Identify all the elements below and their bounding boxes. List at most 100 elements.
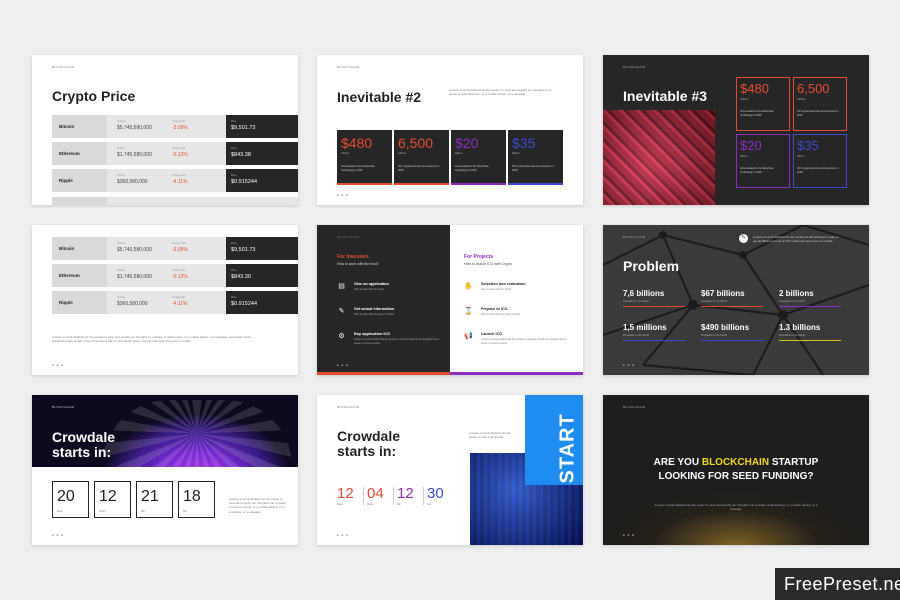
volume-label: Volume <box>117 174 126 177</box>
stat-number: $35 <box>512 135 536 151</box>
headline-highlight: BLOCKCHAIN <box>701 457 770 468</box>
item-icon: 📢 <box>464 333 473 340</box>
stat-number: $20 <box>455 135 479 151</box>
stat-caption: Population in the World <box>779 300 805 303</box>
countdown-separator <box>363 487 364 505</box>
volume-label: Volume <box>117 269 126 272</box>
countdown-separator <box>423 487 424 505</box>
stat-value: 1,5 millions <box>623 323 667 332</box>
stat-box: $35 billions ICO cryptocurrencies 2nd sess… <box>508 130 563 185</box>
stat-value: $67 billions <box>701 289 745 298</box>
table-row: Ripple Volume $360,580,000 Change 24h -4.11%… <box>52 291 298 314</box>
coin-name: Ripple <box>52 169 107 192</box>
countdown-number: 12 <box>99 488 117 505</box>
item-icon: ✎ <box>338 308 345 315</box>
brand-label: BLOCKCHAIN <box>52 65 75 69</box>
item-title: Buy application ICO <box>354 332 391 336</box>
title-line-2: starts in: <box>337 443 397 459</box>
stat-unit: billions <box>797 155 805 158</box>
countdown-unit: Min <box>141 510 146 513</box>
slide-title: Inevitable #3 <box>623 88 708 104</box>
countdown-box: 12 Hours <box>94 481 131 518</box>
stat-description: ICO cryptocurrencies 2nd sessions in 201… <box>797 167 839 174</box>
stat-unit: billions <box>740 155 748 158</box>
countdown-separator <box>393 487 394 505</box>
volume-value: $360,580,000 <box>117 301 148 307</box>
price-label: Price <box>231 242 237 245</box>
table-row: Ethereum Volume $1,745,580,000 Change 24h -0… <box>52 142 298 165</box>
slide-countdown-dark[interactable]: BLOCKCHAIN Crowdale starts in: 20 Days 12 H… <box>32 395 298 545</box>
stat-caption: Population in the World <box>779 334 805 337</box>
headline-line-2: LOOKING FOR SEED FUNDING? <box>658 471 814 482</box>
headline-part-a: ARE YOU <box>653 457 702 468</box>
stat-description: ICO cryptocurrencies 2nd sessions in 201… <box>512 165 554 172</box>
projects-heading: For Projects <box>464 254 494 260</box>
slide-inevitable-3[interactable]: BLOCKCHAIN Inevitable #3 $480 millions Acc… <box>603 55 869 205</box>
item-title: Selection and evaluation <box>481 282 526 286</box>
item-title: Get actual information <box>354 307 395 311</box>
start-text: START <box>556 413 579 484</box>
item-title: Launch ICO <box>481 332 503 336</box>
countdown-number: 18 <box>183 488 201 505</box>
slide-countdown-light[interactable]: BLOCKCHAIN Crowdale starts in: A piece o… <box>317 395 583 545</box>
volume-label: Volume <box>117 242 126 245</box>
countdown-unit: Days <box>57 510 63 513</box>
slide-crypto-price[interactable]: BLOCKCHAIN Crypto Price Bitcoin Volume $5,… <box>32 55 298 205</box>
page-dots: ■ ■ ■ <box>337 363 350 367</box>
stat-underline <box>701 340 763 341</box>
slide-investors-projects[interactable]: BLOCKCHAIN For Investors How to work wit… <box>317 225 583 375</box>
stat-value: 1.3 billions <box>779 323 821 332</box>
slide-inevitable-2[interactable]: BLOCKCHAIN Inevitable #2 A piece of work… <box>317 55 583 205</box>
change-label: Change 24h <box>172 269 186 272</box>
table-row: Bitcoin Volume $5,740,580,000 Change 24h -3.… <box>52 237 298 260</box>
brand-label: BLOCKCHAIN <box>337 405 360 409</box>
page-dots: ■ ■ ■ <box>52 363 65 367</box>
change-value: -4.11% <box>172 301 188 307</box>
volume-value: $360,580,000 <box>117 179 148 185</box>
volume-cell: Volume $5,745,580,000 Change 24h -3.05% <box>107 115 226 138</box>
problem-stat: $490 billions Population in the World <box>701 323 763 341</box>
change-label: Change 24h <box>172 242 186 245</box>
item-icon: ⚙ <box>338 333 345 340</box>
stat-number: 6,500 <box>797 81 830 96</box>
price-cell: Price $9,501.73 <box>226 237 298 260</box>
countdown-unit: Hours <box>99 510 106 513</box>
slide-problem[interactable]: BLOCKCHAIN ✎ A piece of work divided int… <box>603 225 869 375</box>
title-line-2: starts in: <box>52 444 112 460</box>
volume-value: $1,745,580,000 <box>117 152 152 158</box>
slide-crypto-table[interactable]: Bitcoin Volume $5,740,580,000 Change 24h -3.… <box>32 225 298 375</box>
stat-unit: billions <box>512 152 520 155</box>
stat-description: Accumulated in the blockchain Technology… <box>341 165 375 172</box>
stat-box: $20 billions Accumulated in the blockchain… <box>736 134 790 188</box>
stat-description: ICO cryptocurrencies 2nd sessions in 201… <box>398 165 440 172</box>
countdown-box: 21 Min <box>136 481 173 518</box>
countdown-unit: Sec <box>427 503 432 506</box>
stat-unit: billions <box>455 152 463 155</box>
volume-value: $5,740,580,000 <box>117 247 152 253</box>
table-row: Bitcoin Volume $5,745,580,000 Change 24h -3.… <box>52 115 298 138</box>
item-description: A piece of work divided into the power t… <box>354 338 440 345</box>
price-cell: Price $843.38 <box>226 142 298 165</box>
table-row-empty <box>52 197 298 205</box>
investors-heading: For Investors <box>337 254 369 260</box>
change-label: Change 24h <box>172 296 186 299</box>
stat-underline <box>779 340 841 341</box>
page-dots: ■ ■ ■ <box>337 533 350 537</box>
page-dots: ■ ■ ■ <box>52 533 65 537</box>
stat-value: 2 billions <box>779 289 814 298</box>
intro-text: A piece of work divided into the section… <box>449 88 551 97</box>
brand-label: BLOCKCHAIN <box>337 65 360 69</box>
table-row: Ethereum Volume $1,745,580,000 Change 24h -0… <box>52 264 298 287</box>
brand-label: BLOCKCHAIN <box>623 235 646 239</box>
item-icon: ⌛ <box>464 308 473 315</box>
price-value: $843.30 <box>231 274 251 280</box>
countdown-number: 12 <box>397 485 414 502</box>
price-value: $0.915244 <box>231 179 257 185</box>
stat-caption: Population in the World <box>623 334 649 337</box>
item-description: How to work with the funds <box>354 288 384 291</box>
coin-name: Ethereum <box>52 264 107 287</box>
slide-seed-funding[interactable]: BLOCKCHAIN ARE YOU BLOCKCHAIN STARTUP LO… <box>603 395 869 545</box>
price-cell: Price $9,501.73 <box>226 115 298 138</box>
coin-name: Ethereum <box>52 142 107 165</box>
countdown-unit: Sec <box>183 510 188 513</box>
